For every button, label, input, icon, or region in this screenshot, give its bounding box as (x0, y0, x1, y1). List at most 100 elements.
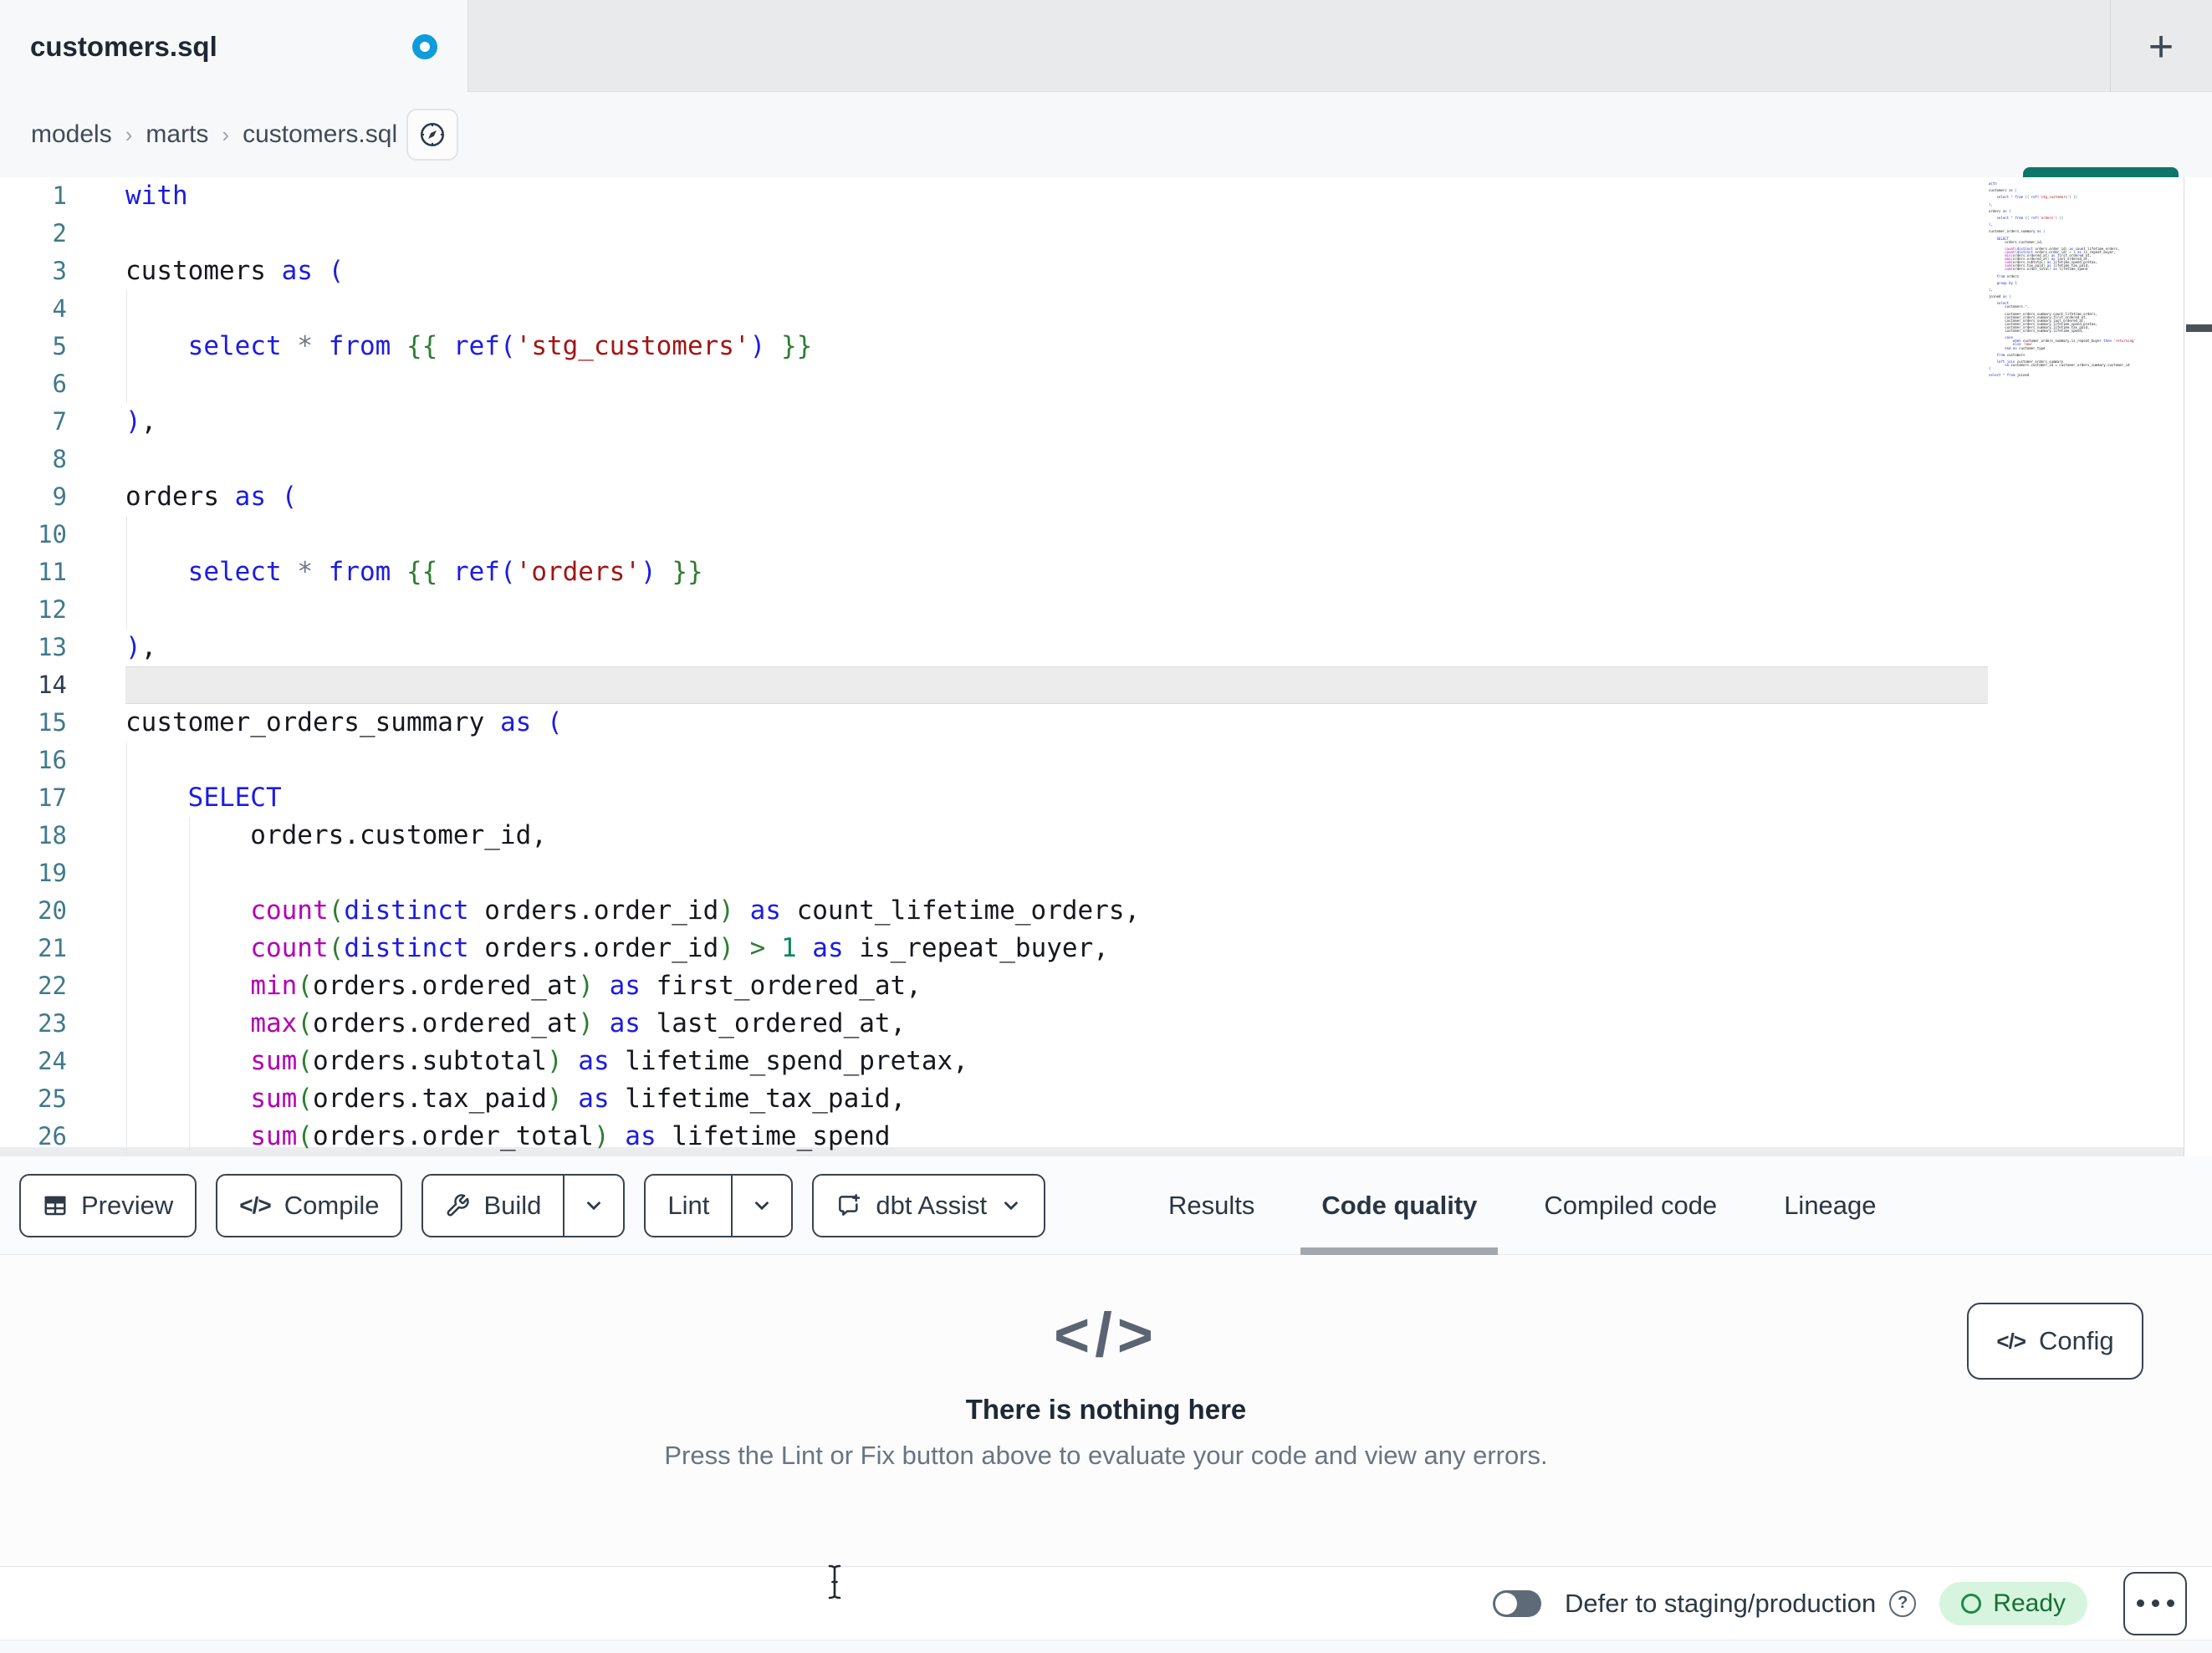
lint-dropdown-button[interactable] (731, 1176, 791, 1236)
empty-state: </> There is nothing here Press the Lint… (0, 1256, 2212, 1471)
build-button[interactable]: Build (423, 1176, 563, 1236)
code-slash-icon: </> (1054, 1300, 1158, 1370)
code-line[interactable]: 26 sum(orders.order_total) as lifetime_s… (0, 1118, 1988, 1156)
line-number: 23 (38, 1009, 67, 1038)
code-line[interactable]: 14 (0, 666, 1988, 704)
code-quality-panel: </> There is nothing here Press the Lint… (0, 1256, 2212, 1566)
code-editor[interactable]: 1 with 2 3 customers as ( 4 5 select * from {{… (0, 177, 2212, 1156)
tab-code-quality[interactable]: Code quality (1300, 1156, 1499, 1255)
compile-label: Compile (284, 1191, 380, 1220)
config-button[interactable]: </> Config (1967, 1303, 2143, 1380)
chevron-down-icon (583, 1195, 605, 1217)
empty-state-subtitle: Press the Lint or Fix button above to ev… (664, 1441, 1548, 1470)
code-line[interactable]: 25 sum(orders.tax_paid) as lifetime_tax_… (0, 1080, 1988, 1118)
line-number: 8 (52, 445, 67, 473)
code-line[interactable]: 13), (0, 629, 1988, 666)
action-buttons: Preview </> Compile Build Lint dbt Assis… (19, 1156, 1046, 1255)
line-number: 10 (38, 520, 67, 548)
code-line[interactable]: 1 with (0, 177, 1988, 215)
code-line[interactable]: 4 (0, 290, 1988, 328)
build-split-button: Build (421, 1174, 626, 1237)
code-line[interactable]: 19 (0, 855, 1988, 892)
tab-customers-sql[interactable]: customers.sql (0, 0, 468, 93)
window-bottom-edge (0, 1640, 2212, 1653)
line-number: 14 (38, 671, 67, 699)
open-lineage-button[interactable] (406, 109, 458, 161)
preview-table-icon (43, 1193, 68, 1218)
ellipsis-icon (2136, 1599, 2144, 1607)
code-line[interactable]: 24 sum(orders.subtotal) as lifetime_spen… (0, 1043, 1988, 1080)
lint-button[interactable]: Lint (646, 1176, 731, 1236)
code-line[interactable]: 6 (0, 365, 1988, 403)
line-number: 5 (52, 332, 67, 360)
line-number: 7 (52, 407, 67, 436)
line-number: 6 (52, 370, 67, 398)
chevron-down-icon (751, 1195, 773, 1217)
code-line[interactable]: 23 max(orders.ordered_at) as last_ordere… (0, 1005, 1988, 1043)
status-badge: Ready (1939, 1581, 2087, 1625)
lint-label: Lint (667, 1191, 710, 1220)
editor-vertical-scrollbar[interactable] (2184, 177, 2212, 1156)
line-number: 25 (38, 1084, 67, 1113)
line-number: 19 (38, 859, 67, 887)
code-line[interactable]: 10 (0, 516, 1988, 554)
breadcrumb-separator: › (125, 121, 133, 147)
lint-split-button: Lint (644, 1174, 794, 1237)
line-number: 15 (38, 708, 67, 737)
code-line[interactable]: 3 customers as ( (0, 253, 1988, 290)
code-line[interactable]: 15 customer_orders_summary as ( (0, 704, 1988, 742)
tab-results[interactable]: Results (1147, 1156, 1275, 1255)
compile-button[interactable]: </> Compile (216, 1174, 403, 1237)
status-bar: Defer to staging/production ? Ready (0, 1566, 2212, 1640)
breadcrumb-separator: › (222, 121, 230, 147)
line-number: 16 (38, 746, 67, 774)
preview-label: Preview (81, 1191, 174, 1220)
code-line[interactable]: 18 orders.customer_id, (0, 817, 1988, 855)
code-line[interactable]: 2 (0, 215, 1988, 253)
line-number: 11 (38, 558, 67, 586)
file-tab-bar: customers.sql + (0, 0, 2212, 93)
overview-ruler-marker (2186, 324, 2212, 332)
preview-button[interactable]: Preview (19, 1174, 197, 1237)
line-number: 3 (52, 257, 67, 285)
help-icon[interactable]: ? (1889, 1589, 1917, 1617)
code-icon: </> (1996, 1328, 2026, 1354)
tab-lineage[interactable]: Lineage (1763, 1156, 1897, 1255)
tab-label: customers.sql (30, 30, 217, 62)
chevron-down-icon (1000, 1195, 1022, 1217)
code-line[interactable]: 9 orders as ( (0, 478, 1988, 516)
breadcrumb-item-customers-sql: customers.sql (243, 120, 398, 148)
line-number: 24 (38, 1047, 67, 1075)
code-line[interactable]: 7), (0, 403, 1988, 441)
code-line[interactable]: 8 (0, 441, 1988, 478)
line-number: 4 (52, 294, 67, 323)
code-area[interactable]: 1 with 2 3 customers as ( 4 5 select * from {{… (0, 177, 1988, 1156)
toggle-knob (1495, 1592, 1518, 1615)
config-label: Config (2038, 1326, 2114, 1355)
dbt-assist-button[interactable]: dbt Assist (812, 1174, 1046, 1237)
result-panel-tabs: Results Code quality Compiled code Linea… (1147, 1156, 1898, 1255)
new-tab-button[interactable]: + (2129, 23, 2193, 70)
minimap[interactable]: with customers as ( select * from {{ ref… (1989, 182, 2183, 391)
defer-toggle[interactable] (1493, 1589, 1542, 1617)
code-line[interactable]: 17 SELECT (0, 779, 1988, 817)
code-line[interactable]: 16 (0, 742, 1988, 779)
code-line[interactable]: 20 count(distinct orders.order_id) as co… (0, 892, 1988, 930)
line-number: 9 (52, 482, 67, 511)
breadcrumb-item-models[interactable]: models (31, 120, 112, 149)
breadcrumb-item-marts[interactable]: marts (146, 120, 208, 149)
tab-compiled-code[interactable]: Compiled code (1523, 1156, 1738, 1255)
code-line[interactable]: 5 select * from {{ ref('stg_customers') … (0, 328, 1988, 365)
editor-toolbar: Preview </> Compile Build Lint dbt Assis… (0, 1156, 2212, 1255)
line-number: 22 (38, 972, 67, 1000)
more-options-button[interactable] (2123, 1571, 2187, 1635)
line-number: 12 (38, 595, 67, 624)
line-number: 13 (38, 633, 67, 661)
assist-sparkle-chat-icon (835, 1192, 862, 1219)
build-dropdown-button[interactable] (563, 1176, 623, 1236)
dbt-assist-label: dbt Assist (876, 1191, 988, 1220)
code-line[interactable]: 22 min(orders.ordered_at) as first_order… (0, 967, 1988, 1005)
code-line[interactable]: 11 select * from {{ ref('orders') }} (0, 554, 1988, 591)
code-line[interactable]: 12 (0, 591, 1988, 629)
code-line[interactable]: 21 count(distinct orders.order_id) > 1 a… (0, 930, 1988, 967)
